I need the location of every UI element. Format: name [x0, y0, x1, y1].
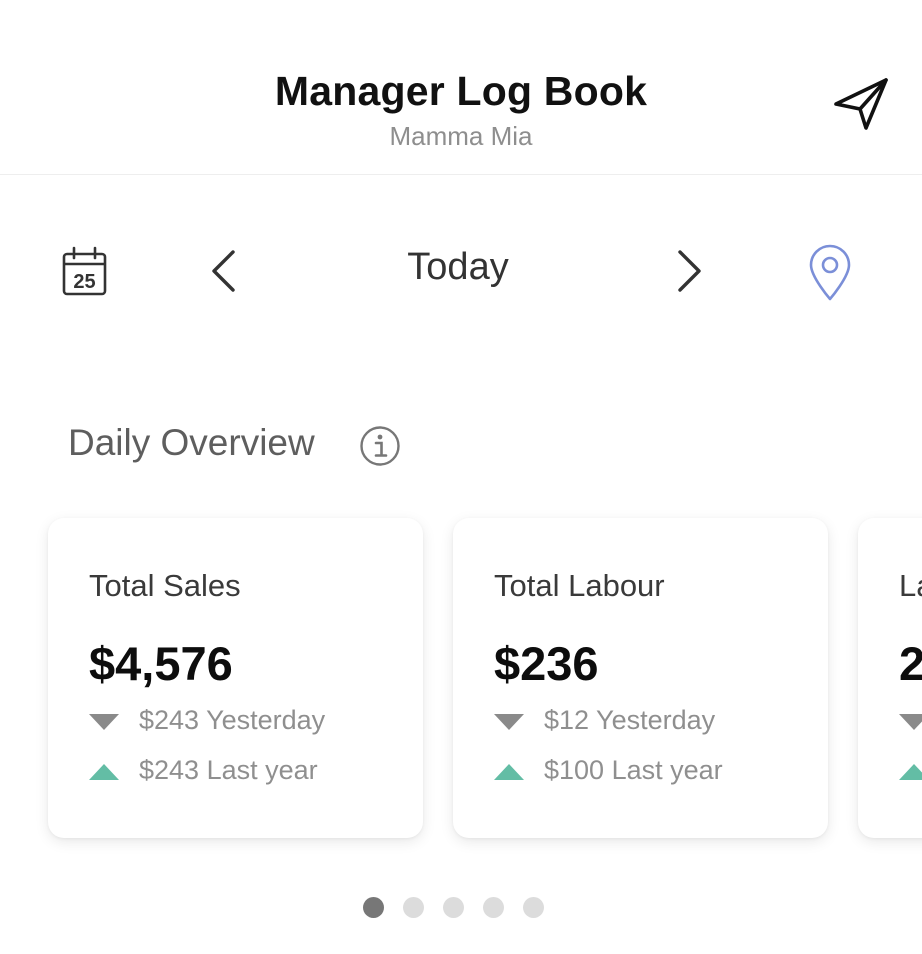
- metric-card-total-sales[interactable]: Total Sales $4,576 $243 Yesterday $243 L…: [48, 518, 423, 838]
- metric-card-total-labour[interactable]: Total Labour $236 $12 Yesterday $100 Las…: [453, 518, 828, 838]
- manager-log-book-screen: Manager Log Book Mamma Mia 25 Today Dail…: [0, 0, 922, 954]
- restaurant-name: Mamma Mia: [389, 121, 533, 151]
- pager-dot[interactable]: [523, 897, 544, 918]
- pager-dot[interactable]: [443, 897, 464, 918]
- calendar-day-number: 25: [73, 271, 95, 293]
- triangle-down-icon: [89, 714, 119, 730]
- previous-day-button[interactable]: [205, 248, 241, 294]
- triangle-down-icon: [899, 714, 922, 730]
- pager-dot[interactable]: [363, 897, 384, 918]
- location-button[interactable]: [806, 244, 854, 302]
- triangle-down-icon: [494, 714, 524, 730]
- date-navigation: 25 Today: [0, 230, 922, 314]
- triangle-up-icon: [494, 764, 524, 780]
- send-button[interactable]: [832, 76, 890, 132]
- info-button[interactable]: [358, 424, 402, 468]
- calendar-button[interactable]: 25: [60, 244, 110, 298]
- comparison-text: $243 Last year: [139, 755, 318, 785]
- next-day-button[interactable]: [672, 248, 708, 294]
- card-title: Total Sales: [89, 568, 241, 603]
- comparison-text: $100 Last year: [544, 755, 723, 785]
- triangle-up-icon: [899, 764, 922, 780]
- card-value: $236: [494, 637, 599, 690]
- triangle-up-icon: [89, 764, 119, 780]
- metric-card-partial[interactable]: La 2: [858, 518, 922, 838]
- page-title: Manager Log Book: [274, 68, 648, 114]
- pager-dot[interactable]: [483, 897, 504, 918]
- card-value: 2: [899, 637, 922, 690]
- info-icon: [360, 426, 400, 466]
- map-pin-icon: [809, 244, 851, 301]
- calendar-icon: 25: [62, 246, 107, 296]
- chevron-left-icon: [212, 250, 235, 292]
- comparison-text: $12 Yesterday: [544, 705, 716, 735]
- card-title: Total Labour: [494, 568, 665, 603]
- current-date-label[interactable]: Today: [300, 246, 616, 289]
- chevron-right-icon: [678, 250, 701, 292]
- pager-dot[interactable]: [403, 897, 424, 918]
- app-header: Manager Log Book Mamma Mia: [0, 0, 922, 175]
- card-value: $4,576: [89, 637, 233, 690]
- card-pager: [0, 897, 922, 919]
- card-title: La: [899, 568, 922, 603]
- paper-plane-icon: [834, 78, 888, 130]
- section-title: Daily Overview: [68, 422, 315, 463]
- comparison-text: $243 Yesterday: [139, 705, 326, 735]
